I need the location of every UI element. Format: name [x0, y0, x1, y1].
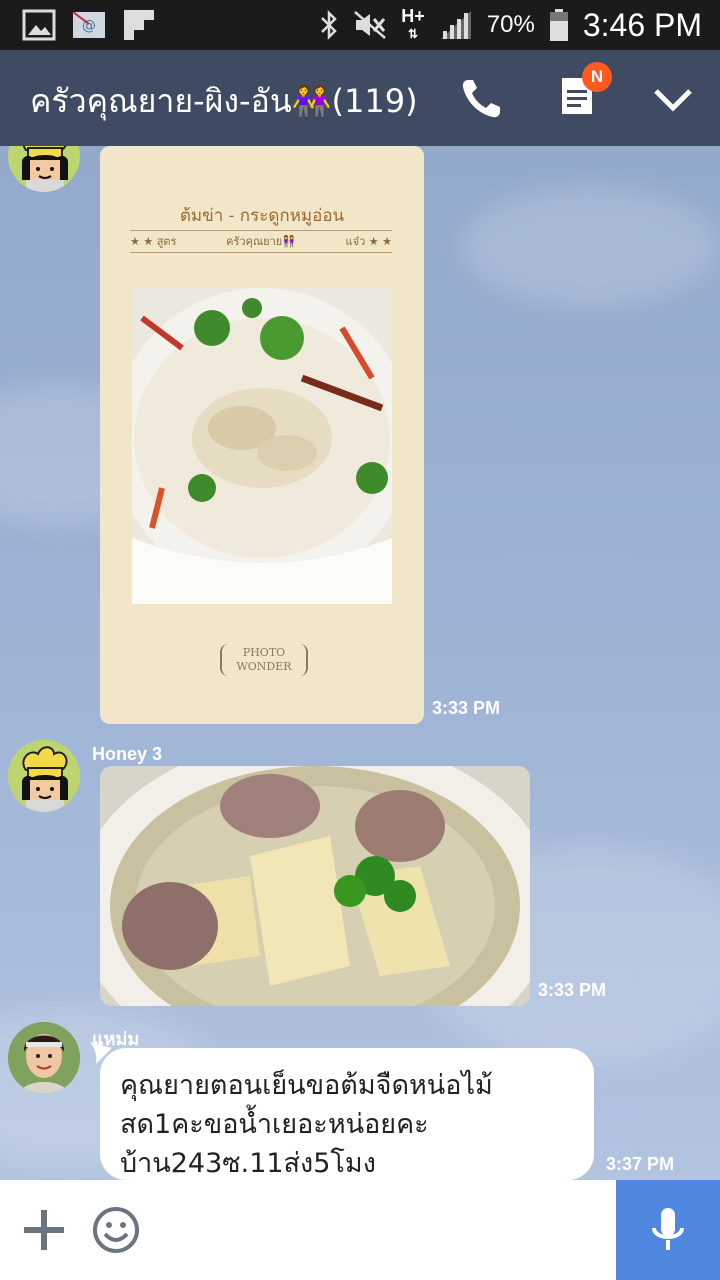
soup-image-message[interactable] [100, 766, 530, 1006]
chat-area[interactable]: ต้มข่า - กระดูกหมูอ่อน ★ ★ สูตร ครัวคุณย… [0, 146, 720, 1180]
status-indicators: H+ ⇅ 70% 3:46 PM [319, 0, 702, 50]
status-bar: @ H+ ⇅ 70% 3:46 PM [0, 0, 720, 50]
battery-icon [549, 9, 568, 41]
avatar[interactable] [8, 1022, 80, 1094]
recipe-title: ต้มข่า - กระดูกหมูอ่อน [179, 206, 345, 226]
text-message-bubble[interactable]: คุณยายตอนเย็นขอต้มจืดหน่อไม้สด1คะขอน้ำเย… [100, 1048, 594, 1180]
flipboard-icon [124, 10, 154, 40]
email-icon: @ [72, 11, 105, 38]
network-type: H+ ⇅ [401, 6, 425, 41]
avatar[interactable] [8, 740, 80, 812]
chef-avatar-icon [8, 146, 80, 192]
notification-icons: @ [22, 8, 156, 42]
sender-name: Honey 3 [92, 744, 163, 764]
recipe-subtitle: ★ ★ สูตร ครัวคุณยาย👭 แจ๋ว ★ ★ [130, 235, 392, 248]
message-time: 3:33 PM [538, 980, 607, 1000]
chevron-down-icon[interactable] [650, 76, 696, 122]
voice-message-button[interactable] [616, 1180, 720, 1280]
mute-icon [354, 11, 387, 39]
recipe-image-message[interactable]: ต้มข่า - กระดูกหมูอ่อน ★ ★ สูตร ครัวคุณย… [100, 146, 424, 724]
avatar[interactable] [8, 146, 80, 192]
clock: 3:46 PM [582, 6, 702, 43]
microphone-icon [652, 1208, 684, 1250]
profile-photo-icon [8, 1022, 80, 1094]
chef-avatar-icon [8, 740, 80, 812]
notes-button[interactable]: N [558, 62, 612, 120]
call-icon[interactable] [458, 76, 504, 122]
message-time: 3:33 PM [432, 698, 501, 718]
gallery-icon [22, 9, 56, 41]
message-input-bar [0, 1180, 720, 1280]
battery-percent: 70% [486, 11, 535, 38]
photo-wonder-logo: PHOTO WONDER [220, 644, 308, 676]
signal-icon [440, 11, 471, 39]
tom-kha-photo [132, 288, 392, 604]
emoji-icon[interactable] [92, 1206, 140, 1254]
chat-title[interactable]: ครัวคุณยาย-ผิง-อัน👭(119) [30, 76, 418, 127]
chat-header: ครัวคุณยาย-ผิง-อัน👭(119) N [0, 50, 720, 146]
notes-badge: N [582, 62, 612, 92]
plus-icon[interactable] [22, 1208, 66, 1252]
message-time: 3:37 PM [606, 1154, 675, 1174]
bluetooth-icon [321, 10, 338, 40]
